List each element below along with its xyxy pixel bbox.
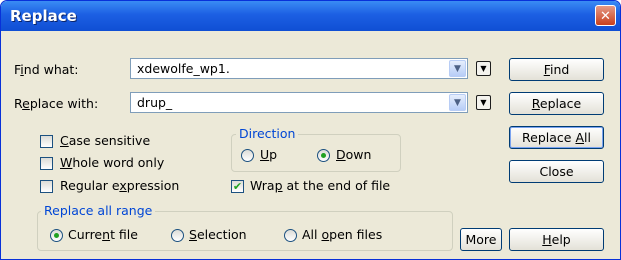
replace-range-legend: Replace all range [41,203,156,218]
dialog-content: Find what: xdewolfe_wp1. ▼ ▼ Replace wit… [5,31,616,257]
more-button[interactable]: More [460,228,502,251]
direction-up-label[interactable]: Up [260,147,277,162]
radio-selected-dot [54,233,59,238]
chevron-down-icon[interactable]: ▼ [449,60,466,77]
regex-label[interactable]: Regular expression [60,178,179,193]
range-selection-label[interactable]: Selection [189,227,247,242]
range-current-label[interactable]: Current file [68,227,138,242]
wrap-checkbox[interactable]: ✔ [231,180,244,193]
replace-dialog: Replace ✕ Find what: xdewolfe_wp1. ▼ ▼ R… [0,0,621,260]
replace-label: Replace with: [14,96,99,111]
case-sensitive-checkbox[interactable] [40,135,53,148]
replace-all-button[interactable]: Replace All [509,126,604,149]
find-button[interactable]: Find [509,58,604,81]
range-all-radio[interactable] [284,229,297,242]
triangle-down-icon: ▼ [480,98,487,107]
close-window-button[interactable]: ✕ [595,5,616,26]
regex-checkbox[interactable] [40,180,53,193]
find-what-combobox[interactable]: xdewolfe_wp1. ▼ [130,58,468,79]
help-button[interactable]: Help [509,228,604,251]
chevron-down-icon[interactable]: ▼ [449,94,466,111]
close-icon: ✕ [600,9,611,24]
direction-down-label[interactable]: Down [336,147,371,162]
find-what-value: xdewolfe_wp1. [137,61,230,76]
wrap-label[interactable]: Wrap at the end of file [250,178,390,193]
whole-word-checkbox[interactable] [40,157,53,170]
radio-selected-dot [321,153,326,158]
direction-legend: Direction [236,126,299,141]
replace-button[interactable]: Replace [509,92,604,115]
title-bar: Replace ✕ [1,1,620,31]
range-selection-radio[interactable] [171,229,184,242]
replace-history-button[interactable]: ▼ [476,95,491,110]
replace-with-combobox[interactable]: drup_ ▼ [130,92,468,113]
window-title: Replace [10,7,77,25]
direction-up-radio[interactable] [241,149,254,162]
case-sensitive-label[interactable]: Case sensitive [60,133,150,148]
find-history-button[interactable]: ▼ [476,61,491,76]
close-button[interactable]: Close [509,160,604,183]
replace-with-value: drup_ [137,95,173,110]
range-all-label[interactable]: All open files [302,227,382,242]
find-label: Find what: [14,62,79,77]
direction-down-radio[interactable] [317,149,330,162]
triangle-down-icon: ▼ [480,64,487,73]
whole-word-label[interactable]: Whole word only [60,155,164,170]
check-icon: ✔ [232,180,243,193]
range-current-radio[interactable] [50,229,63,242]
